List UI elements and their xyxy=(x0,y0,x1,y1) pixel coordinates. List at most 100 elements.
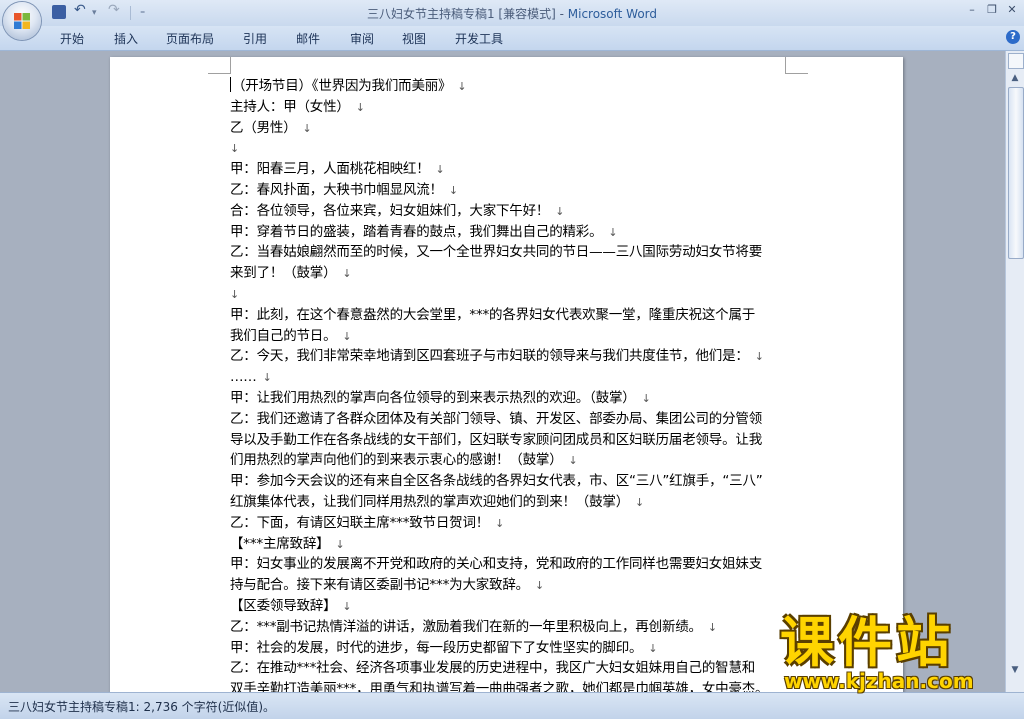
line-text: 乙：今天，我们非常荣幸地请到区四套班子与市妇联的领导来与我们共度佳节，他们是： xyxy=(230,348,749,365)
document-line[interactable]: 乙：今天，我们非常荣幸地请到区四套班子与市妇联的领导来与我们共度佳节，他们是： ↓ xyxy=(230,346,790,367)
tab-home[interactable]: 开始 xyxy=(60,30,84,47)
restore-button[interactable]: ❐ xyxy=(983,3,1001,17)
tab-insert[interactable]: 插入 xyxy=(114,30,138,47)
scroll-up-icon[interactable]: ▲ xyxy=(1008,71,1022,85)
vertical-scrollbar[interactable]: ▲ ▼ xyxy=(1005,51,1024,692)
document-workspace: （开场节目）《世界因为我们而美丽》 ↓ 主持人：甲（女性） ↓ 乙（男性） ↓ ↓ 甲：阳春三… xyxy=(0,51,1005,692)
tab-developer[interactable]: 开发工具 xyxy=(455,30,503,47)
document-line[interactable]: 甲：妇女事业的发展离不开党和政府的关心和支持，党和政府的工作同样也需要妇女姐妹支 xyxy=(230,554,790,575)
document-line[interactable]: 甲：社会的发展，时代的进步，每一段历史都留下了女性坚实的脚印。 ↓ xyxy=(230,638,790,659)
document-line[interactable]: 我们自己的节日。 ↓ xyxy=(230,326,790,347)
document-line[interactable]: 甲：参加今天会议的还有来自全区各条战线的各界妇女代表，市、区“三八”红旗手，“三… xyxy=(230,471,790,492)
document-line[interactable]: …… ↓ xyxy=(230,367,790,388)
line-text: 甲：社会的发展，时代的进步，每一段历史都留下了女性坚实的脚印。 xyxy=(230,639,643,656)
tab-review[interactable]: 审阅 xyxy=(350,30,374,47)
document-line[interactable]: ↓ xyxy=(230,138,790,159)
office-logo-icon xyxy=(14,13,30,29)
paragraph-mark-icon: ↓ xyxy=(342,267,352,281)
paragraph-mark-icon: ↓ xyxy=(355,100,365,114)
title-bar: ↶ ▾ ↷ ₌ 三八妇女节主持稿专稿1 [兼容模式] - Microsoft W… xyxy=(0,0,1024,40)
line-text: 持与配合。接下来有请区委副书记***为大家致辞。 xyxy=(230,577,529,594)
paragraph-mark-icon: ↓ xyxy=(435,163,445,177)
line-text: 乙：***副书记热情洋溢的讲话，激励着我们在新的一年里积极向上，再创新绩。 xyxy=(230,618,702,635)
word-count-status[interactable]: 三八妇女节主持稿专稿1: 2,736 个字符(近似值)。 xyxy=(8,698,275,715)
line-text: 乙：在推动***社会、经济各项事业发展的历史进程中，我区广大妇女姐妹用自己的智慧… xyxy=(230,660,756,677)
line-text: 我们自己的节日。 xyxy=(230,327,337,344)
document-line[interactable]: 【区委领导致辞】 ↓ xyxy=(230,596,790,617)
paragraph-mark-icon: ↓ xyxy=(635,495,645,509)
document-line[interactable]: 甲：阳春三月，人面桃花相映红！ ↓ xyxy=(230,159,790,180)
line-text: 红旗集体代表，让我们同样用热烈的掌声欢迎她们的到来！（鼓掌） xyxy=(230,493,629,510)
line-text: 甲：穿着节日的盛装，踏着青春的鼓点，我们舞出自己的精彩。 xyxy=(230,223,603,240)
paragraph-mark-icon: ↓ xyxy=(342,599,352,613)
ribbon-tabs: 开始 插入 页面布局 引用 邮件 审阅 视图 开发工具 xyxy=(0,26,1024,51)
paragraph-mark-icon: ↓ xyxy=(495,516,505,530)
office-button[interactable] xyxy=(3,2,41,40)
document-line[interactable]: 导以及手勤工作在各条战线的女干部们，区妇联专家顾问团成员和区妇联历届老领导。让我 xyxy=(230,430,790,451)
close-button[interactable]: ✕ xyxy=(1003,3,1021,17)
document-line[interactable]: 乙：在推动***社会、经济各项事业发展的历史进程中，我区广大妇女姐妹用自己的智慧… xyxy=(230,658,790,679)
document-line[interactable]: 来到了！（鼓掌） ↓ xyxy=(230,263,790,284)
document-line[interactable]: 双手辛勤打造美丽***，用勇气和执谱写着一曲曲强者之歌，她们都是巾帼英雄，女中豪… xyxy=(230,679,790,692)
paragraph-mark-icon: ↓ xyxy=(568,454,578,468)
line-text: 乙（男性） xyxy=(230,119,297,136)
line-text: 甲：妇女事业的发展离不开党和政府的关心和支持，党和政府的工作同样也需要妇女姐妹支 xyxy=(230,556,762,573)
paragraph-mark-icon: ↓ xyxy=(302,121,312,135)
paragraph-mark-icon: ↓ xyxy=(534,579,544,593)
document-line[interactable]: 【***主席致辞】 ↓ xyxy=(230,534,790,555)
line-text: 【区委领导致辞】 xyxy=(230,597,337,614)
paragraph-mark-icon: ↓ xyxy=(262,371,272,385)
document-line[interactable]: 乙（男性） ↓ xyxy=(230,118,790,139)
tab-page-layout[interactable]: 页面布局 xyxy=(166,30,214,47)
line-text: …… xyxy=(230,369,257,386)
line-text: 乙：春风扑面，大秧书巾帼显风流！ xyxy=(230,181,443,198)
paragraph-mark-icon: ↓ xyxy=(754,350,764,364)
document-line[interactable]: 红旗集体代表，让我们同样用热烈的掌声欢迎她们的到来！（鼓掌） ↓ xyxy=(230,492,790,513)
line-text: 主持人：甲（女性） xyxy=(230,98,350,115)
document-line[interactable]: 持与配合。接下来有请区委副书记***为大家致辞。 ↓ xyxy=(230,575,790,596)
paragraph-mark-icon: ↓ xyxy=(641,391,651,405)
window-title: 三八妇女节主持稿专稿1 [兼容模式] - Microsoft Word xyxy=(0,5,1024,22)
paragraph-mark-icon: ↓ xyxy=(230,142,240,156)
document-name: 三八妇女节主持稿专稿1 [兼容模式] xyxy=(366,7,556,21)
tab-mailings[interactable]: 邮件 xyxy=(296,30,320,47)
paragraph-mark-icon: ↓ xyxy=(648,641,658,655)
line-text: 甲：此刻，在这个春意盎然的大会堂里，***的各界妇女代表欢聚一堂，隆重庆祝这个属… xyxy=(230,306,756,323)
document-line[interactable]: 乙：我们还邀请了各群众团体及有关部门领导、镇、开发区、部委办局、集团公司的分管领 xyxy=(230,409,790,430)
document-line[interactable]: 主持人：甲（女性） ↓ xyxy=(230,97,790,118)
document-line[interactable]: 乙：春风扑面，大秧书巾帼显风流！ ↓ xyxy=(230,180,790,201)
document-line[interactable]: 甲：穿着节日的盛装，踏着青春的鼓点，我们舞出自己的精彩。 ↓ xyxy=(230,222,790,243)
document-line[interactable]: 乙：下面，有请区妇联主席***致节日贺词！ ↓ xyxy=(230,513,790,534)
help-icon[interactable]: ? xyxy=(1006,30,1020,44)
ruler-toggle-icon[interactable] xyxy=(1008,53,1024,69)
line-text: 来到了！（鼓掌） xyxy=(230,265,337,282)
paragraph-mark-icon: ↓ xyxy=(342,329,352,343)
tab-view[interactable]: 视图 xyxy=(402,30,426,47)
document-line[interactable]: 乙：当春姑娘翩然而至的时候，又一个全世界妇女共同的节日——三八国际劳动妇女节将要 xyxy=(230,242,790,263)
line-text: 甲：让我们用热烈的掌声向各位领导的到来表示热烈的欢迎。（鼓掌） xyxy=(230,389,636,406)
app-name: Microsoft Word xyxy=(567,7,658,21)
line-text: 双手辛勤打造美丽***，用勇气和执谱写着一曲曲强者之歌，她们都是巾帼英雄，女中豪… xyxy=(230,681,769,692)
line-text: 们用热烈的掌声向他们的到来表示衷心的感谢！（鼓掌） xyxy=(230,452,563,469)
line-text: 甲：参加今天会议的还有来自全区各条战线的各界妇女代表，市、区“三八”红旗手，“三… xyxy=(230,473,763,490)
title-separator: - xyxy=(555,7,568,21)
document-line[interactable]: ↓ xyxy=(230,284,790,305)
document-line[interactable]: 乙：***副书记热情洋溢的讲话，激励着我们在新的一年里积极向上，再创新绩。 ↓ xyxy=(230,617,790,638)
line-text: 合：各位领导，各位来宾，妇女姐妹们，大家下午好！ xyxy=(230,202,550,219)
status-bar: 三八妇女节主持稿专稿1: 2,736 个字符(近似值)。 xyxy=(0,692,1024,719)
tab-references[interactable]: 引用 xyxy=(243,30,267,47)
paragraph-mark-icon: ↓ xyxy=(707,620,717,634)
document-page[interactable]: （开场节目）《世界因为我们而美丽》 ↓ 主持人：甲（女性） ↓ 乙（男性） ↓ ↓ 甲：阳春三… xyxy=(110,57,903,692)
document-line[interactable]: 甲：此刻，在这个春意盎然的大会堂里，***的各界妇女代表欢聚一堂，隆重庆祝这个属… xyxy=(230,305,790,326)
crop-mark-right xyxy=(785,57,808,74)
document-line[interactable]: （开场节目）《世界因为我们而美丽》 ↓ xyxy=(230,76,790,97)
scroll-thumb[interactable] xyxy=(1008,87,1024,259)
watermark-url: www.kjzhan.com xyxy=(784,669,974,693)
document-line[interactable]: 们用热烈的掌声向他们的到来表示衷心的感谢！（鼓掌） ↓ xyxy=(230,450,790,471)
paragraph-mark-icon: ↓ xyxy=(555,204,565,218)
document-line[interactable]: 甲：让我们用热烈的掌声向各位领导的到来表示热烈的欢迎。（鼓掌） ↓ xyxy=(230,388,790,409)
paragraph-mark-icon: ↓ xyxy=(230,287,240,301)
minimize-button[interactable]: – xyxy=(963,3,981,17)
document-line[interactable]: 合：各位领导，各位来宾，妇女姐妹们，大家下午好！ ↓ xyxy=(230,201,790,222)
document-body[interactable]: （开场节目）《世界因为我们而美丽》 ↓ 主持人：甲（女性） ↓ 乙（男性） ↓ ↓ 甲：阳春三… xyxy=(230,76,790,692)
